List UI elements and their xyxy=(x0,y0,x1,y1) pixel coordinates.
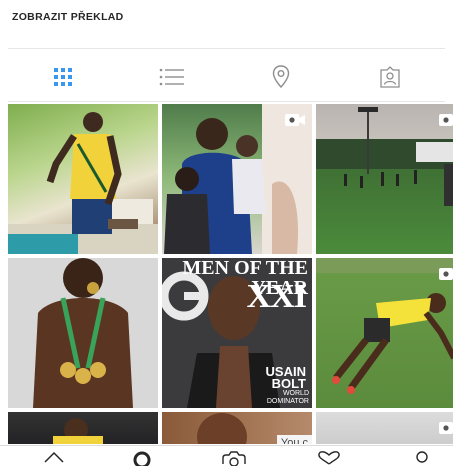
post-thumbnail[interactable] xyxy=(8,258,158,408)
location-pin-icon xyxy=(272,65,290,89)
magazine-cover-post[interactable]: MEN OF THE YEAR XXI USAIN BOLT WORLD DOMIN… xyxy=(162,258,312,408)
translate-link[interactable]: ZOBRAZIT PŘEKLAD xyxy=(12,11,124,23)
cover-tagline: WORLD DOMINATOR xyxy=(266,390,309,405)
tab-list[interactable] xyxy=(117,53,226,101)
tabs-divider xyxy=(8,101,445,102)
post-thumbnail[interactable] xyxy=(8,104,158,254)
camera-icon[interactable] xyxy=(221,450,247,466)
athlete-figure xyxy=(8,112,158,254)
heart-icon[interactable] xyxy=(316,450,342,466)
tab-location[interactable] xyxy=(227,53,336,101)
sprinter-figure xyxy=(316,258,453,394)
post-photo xyxy=(316,412,453,444)
field-scene xyxy=(316,107,453,206)
search-icon[interactable] xyxy=(131,450,153,466)
header-divider xyxy=(8,48,445,49)
video-icon xyxy=(285,114,305,126)
list-icon xyxy=(159,68,184,86)
post-thumbnail[interactable] xyxy=(316,258,453,408)
video-icon xyxy=(439,114,453,126)
post-photo xyxy=(316,104,453,254)
post-caption-overlay: You c xyxy=(276,435,312,444)
tab-tagged[interactable] xyxy=(336,53,445,101)
grid-icon xyxy=(53,68,72,86)
home-icon[interactable] xyxy=(43,450,65,466)
post-grid: MEN OF THE YEAR XXI USAIN BOLT WORLD DOMIN… xyxy=(8,104,453,444)
cover-issue-number: XXI xyxy=(246,278,307,315)
profile-icon[interactable] xyxy=(412,450,432,466)
cover-athlete-name: USAIN BOLT xyxy=(265,364,306,391)
post-photo xyxy=(8,258,158,408)
athlete-figure xyxy=(53,418,103,444)
post-thumbnail[interactable] xyxy=(162,104,312,254)
bottom-nav xyxy=(0,445,453,466)
video-icon xyxy=(439,422,453,434)
tagged-user-icon xyxy=(380,66,401,88)
video-icon xyxy=(439,268,453,280)
post-photo xyxy=(8,104,158,254)
post-thumbnail[interactable] xyxy=(8,412,158,444)
tab-grid[interactable] xyxy=(8,53,117,101)
post-thumbnail[interactable]: You c xyxy=(162,412,312,444)
post-thumbnail[interactable] xyxy=(316,104,453,254)
post-photo xyxy=(316,258,453,408)
profile-view-tabs xyxy=(8,53,445,101)
post-photo xyxy=(8,412,158,444)
post-thumbnail[interactable] xyxy=(316,412,453,444)
medals-figure xyxy=(33,258,133,408)
